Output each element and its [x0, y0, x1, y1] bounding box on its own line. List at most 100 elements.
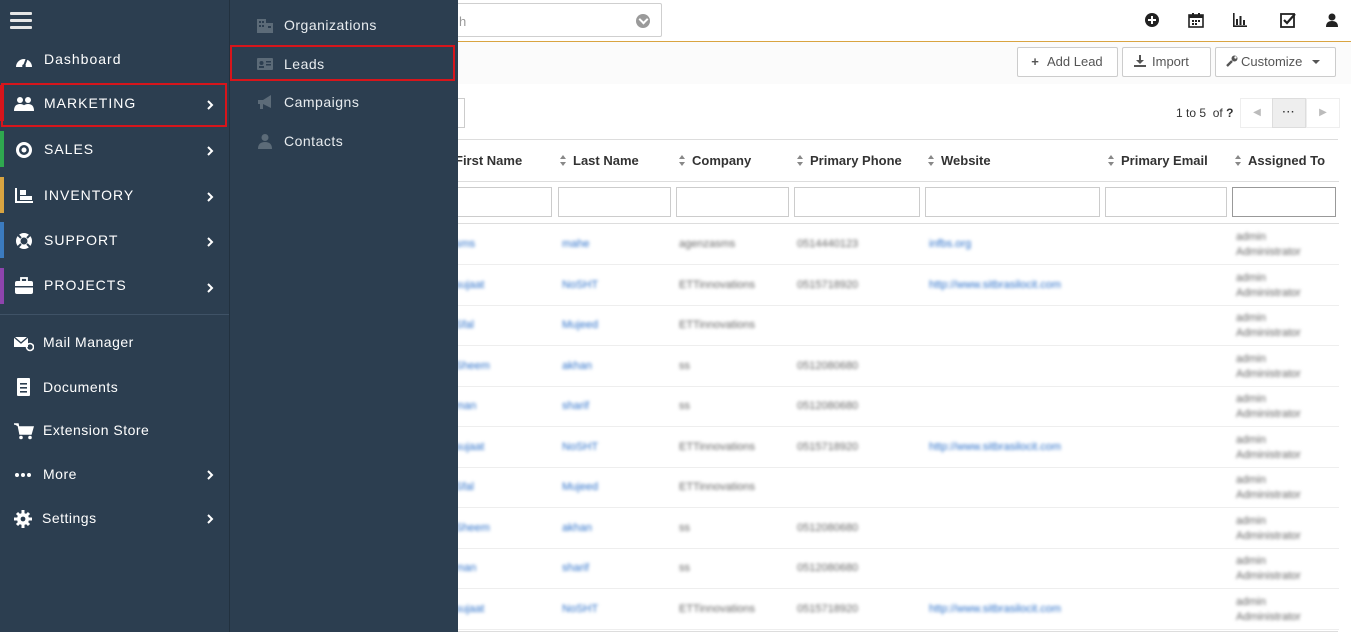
- table-cell[interactable]: akhan: [562, 360, 592, 372]
- projects-accent-bar: [0, 268, 4, 304]
- table-cell[interactable]: akhan: [562, 522, 592, 534]
- table-row[interactable]: Sfal Mujeed ETTinnovations admin Administra…: [441, 468, 1339, 508]
- table-cell[interactable]: man: [455, 400, 476, 412]
- total-count-button[interactable]: ?: [1226, 106, 1233, 120]
- sidebar-item-projects[interactable]: PROJECTS: [0, 268, 229, 308]
- hamburger-menu-icon[interactable]: [10, 12, 32, 30]
- column-header-website[interactable]: Website: [928, 153, 991, 168]
- table-cell: admin Administrator: [1236, 352, 1301, 380]
- global-search-input[interactable]: h: [440, 3, 662, 37]
- table-row[interactable]: Sfal Mujeed ETTinnovations admin Administra…: [441, 306, 1339, 346]
- table-row[interactable]: sujaat NoSHT ETTinnovations 0515718920 http:…: [441, 266, 1339, 306]
- sidebar-item-more[interactable]: More: [0, 455, 229, 495]
- column-header-assigned-to[interactable]: Assigned To: [1235, 153, 1325, 168]
- import-button[interactable]: Import: [1122, 47, 1211, 77]
- table-cell[interactable]: sharif: [562, 562, 589, 574]
- sidebar-item-settings[interactable]: Settings: [0, 499, 229, 539]
- sidebar-item-inventory[interactable]: INVENTORY: [0, 177, 229, 217]
- table-cell[interactable]: Sheem: [455, 522, 490, 534]
- table-cell[interactable]: sharif: [562, 400, 589, 412]
- table-row[interactable]: sms mahe agenzasms 0514440123 infbs.org admin…: [441, 225, 1339, 265]
- sort-icon: [797, 155, 804, 166]
- table-cell: ETTinnovations: [679, 440, 756, 453]
- filter-company-input[interactable]: [676, 187, 789, 217]
- sidebar-item-mail-manager[interactable]: Mail Manager: [0, 323, 229, 363]
- filter-row: [441, 182, 1339, 224]
- table-cell[interactable]: sujaat: [455, 603, 484, 615]
- table-cell[interactable]: NoSHT: [562, 603, 598, 615]
- briefcase-icon: [15, 277, 33, 294]
- filter-primary-email-input[interactable]: [1105, 187, 1227, 217]
- sidebar-item-support[interactable]: SUPPORT: [0, 222, 229, 262]
- life-ring-icon: [16, 233, 32, 249]
- prev-page-button[interactable]: ◀: [1240, 98, 1274, 128]
- chevron-right-icon: [207, 283, 214, 293]
- column-header-first-name[interactable]: First Name: [455, 153, 522, 168]
- table-row[interactable]: sujaat NoSHT ETTinnovations 0515718920 http:…: [441, 428, 1339, 468]
- sidebar-item-documents[interactable]: Documents: [0, 368, 229, 408]
- leads-highlight-box: [230, 45, 455, 81]
- table-cell[interactable]: sujaat: [455, 279, 484, 291]
- customize-button[interactable]: Customize: [1215, 47, 1336, 77]
- table-cell: admin Administrator: [1236, 555, 1301, 582]
- filter-website-input[interactable]: [925, 187, 1100, 217]
- table-cell[interactable]: Sheem: [455, 360, 490, 372]
- wrench-icon: [1226, 48, 1238, 76]
- table-cell: 0515718920: [797, 602, 859, 615]
- table-cell: ETTinnovations: [679, 481, 756, 493]
- tasks-icon[interactable]: [1280, 12, 1296, 28]
- table-cell[interactable]: sms: [455, 238, 475, 250]
- column-header-company[interactable]: Company: [679, 153, 751, 168]
- filter-first-name-input[interactable]: [455, 187, 552, 217]
- table-cell[interactable]: Mujeed: [562, 319, 598, 331]
- column-header-primary-phone[interactable]: Primary Phone: [797, 153, 902, 168]
- table-cell: admin Administrator: [1236, 271, 1301, 299]
- quick-create-icon[interactable]: [1144, 12, 1160, 28]
- user-profile-icon[interactable]: [1324, 12, 1340, 28]
- sidebar-item-dashboard[interactable]: Dashboard: [0, 40, 229, 80]
- table-cell[interactable]: http://www.sitbrasilocit.com: [929, 441, 1061, 453]
- table-row[interactable]: sujaat NoSHT ETTinnovations 0515718920 http:…: [441, 590, 1339, 630]
- table-cell[interactable]: infbs.org: [929, 238, 971, 250]
- ellipsis-icon: [15, 473, 31, 477]
- column-header-last-name[interactable]: Last Name: [560, 153, 639, 168]
- reports-icon[interactable]: [1232, 12, 1248, 28]
- table-cell[interactable]: Mujeed: [562, 481, 598, 493]
- import-label: Import: [1152, 54, 1189, 69]
- calendar-icon[interactable]: [1188, 12, 1204, 28]
- table-row[interactable]: man sharif ss 0512080680 admin Administrator: [441, 387, 1339, 427]
- table-cell[interactable]: http://www.sitbrasilocit.com: [929, 603, 1061, 615]
- submenu-item-campaigns[interactable]: Campaigns: [230, 81, 459, 117]
- sort-icon: [1235, 155, 1242, 166]
- table-cell[interactable]: mahe: [562, 238, 590, 250]
- table-row[interactable]: Sheem akhan ss 0512080680 admin Administrato…: [441, 509, 1339, 549]
- sidebar-item-extension-store[interactable]: Extension Store: [0, 411, 229, 451]
- sidebar-item-sales[interactable]: SALES: [0, 131, 229, 171]
- sort-icon: [560, 155, 567, 166]
- table-cell[interactable]: http://www.sitbrasilocit.com: [929, 279, 1061, 291]
- submenu-item-contacts[interactable]: Contacts: [230, 120, 459, 156]
- filter-primary-phone-input[interactable]: [794, 187, 920, 217]
- chevron-right-icon: [207, 146, 214, 156]
- page-jump-button[interactable]: ···: [1272, 98, 1306, 128]
- filter-last-name-input[interactable]: [558, 187, 671, 217]
- next-page-button[interactable]: ▶: [1306, 98, 1340, 128]
- table-cell[interactable]: man: [455, 562, 476, 574]
- add-lead-button[interactable]: + Add Lead: [1017, 47, 1118, 77]
- table-cell[interactable]: sujaat: [455, 441, 484, 453]
- table-row[interactable]: man sharif ss 0512080680 admin Administrator: [441, 549, 1339, 589]
- column-header-primary-email[interactable]: Primary Email: [1108, 153, 1208, 168]
- table-cell[interactable]: NoSHT: [562, 279, 598, 291]
- table-cell: ETTinnovations: [679, 602, 756, 615]
- table-cell: ss: [679, 400, 690, 412]
- table-cell: ss: [679, 521, 690, 534]
- table-cell: ETTinnovations: [679, 319, 756, 331]
- building-icon: [257, 19, 273, 33]
- inventory-accent-bar: [0, 177, 4, 213]
- filter-assigned-to-input[interactable]: [1232, 187, 1336, 217]
- submenu-item-organizations[interactable]: Organizations: [230, 4, 459, 40]
- table-cell[interactable]: NoSHT: [562, 441, 598, 453]
- chevron-right-icon: [207, 514, 214, 524]
- table-row[interactable]: Sheem akhan ss 0512080680 admin Administrato…: [441, 347, 1339, 387]
- search-dropdown-icon[interactable]: [636, 14, 650, 28]
